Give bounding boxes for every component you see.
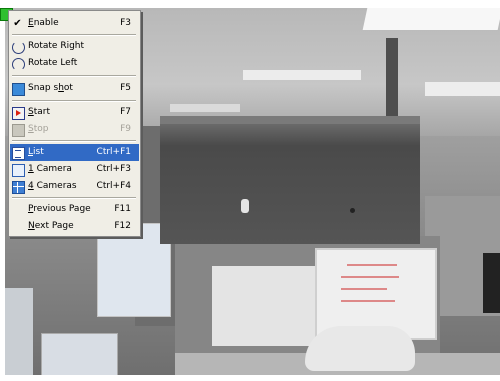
shortcut-label: F11	[114, 204, 131, 214]
menu-item-rotate-right[interactable]: Rotate Right	[10, 38, 139, 55]
menu-item-label: Rotate Right	[28, 41, 85, 51]
menu-separator	[12, 75, 136, 77]
menu-item-label: List	[28, 147, 44, 157]
whiteboard-writing	[341, 276, 399, 278]
menu-separator	[12, 197, 136, 199]
whiteboard-writing	[341, 288, 387, 290]
menu-item-label: Next Page	[28, 221, 74, 231]
menu-item-label: Enable	[28, 18, 59, 28]
ceiling-light	[243, 70, 361, 80]
plastic-bag	[305, 326, 415, 371]
shortcut-label: F3	[120, 18, 131, 28]
ceiling-light	[170, 104, 240, 112]
shortcut-label: F7	[120, 107, 131, 117]
whiteboard-writing	[347, 264, 397, 266]
menu-item-label: Stop	[28, 124, 49, 134]
cabinet-lock	[350, 208, 355, 213]
whiteboard-writing	[341, 300, 395, 302]
stop-icon	[12, 124, 25, 137]
office-chair	[483, 253, 500, 313]
list-icon	[12, 147, 25, 160]
menu-item-list[interactable]: List Ctrl+F1	[10, 144, 139, 161]
shortcut-label: F5	[120, 83, 131, 93]
menu-item-stop: Stop F9	[10, 121, 139, 138]
cabinet-handle	[241, 199, 249, 213]
menu-item-4-cameras[interactable]: 4 Cameras Ctrl+F4	[10, 178, 139, 195]
menu-item-rotate-left[interactable]: Rotate Left	[10, 55, 139, 72]
support-pillar	[386, 38, 398, 128]
camera-icon	[12, 83, 25, 96]
rotate-right-icon	[12, 41, 25, 54]
menu-item-enable[interactable]: ✔ Enable F3	[10, 15, 139, 32]
shortcut-label: F9	[120, 124, 131, 134]
play-icon	[12, 107, 25, 120]
quad-camera-icon	[12, 181, 25, 194]
menu-separator	[12, 140, 136, 142]
check-icon: ✔	[13, 18, 22, 29]
shortcut-label: Ctrl+F1	[96, 147, 131, 157]
shortcut-label: F12	[114, 221, 131, 231]
menu-item-label: 1 Camera	[28, 164, 72, 174]
overhead-cabinet	[160, 116, 420, 244]
menu-item-label: Start	[28, 107, 50, 117]
menu-item-snapshot[interactable]: Snap shot F5	[10, 80, 139, 97]
menu-item-label: Rotate Left	[28, 58, 78, 68]
single-camera-icon	[12, 164, 25, 177]
menu-item-label: Previous Page	[28, 204, 91, 214]
menu-separator	[12, 34, 136, 36]
menu-item-next-page[interactable]: Next Page F12	[10, 218, 139, 235]
context-menu: ✔ Enable F3 Rotate Right Rotate Left Sna…	[8, 10, 141, 237]
shortcut-label: Ctrl+F3	[96, 164, 131, 174]
menu-item-label: Snap shot	[28, 83, 73, 93]
menu-item-previous-page[interactable]: Previous Page F11	[10, 201, 139, 218]
computer-monitor	[5, 288, 33, 375]
menu-item-start[interactable]: Start F7	[10, 104, 139, 121]
menu-item-1-camera[interactable]: 1 Camera Ctrl+F3	[10, 161, 139, 178]
shortcut-label: Ctrl+F4	[96, 181, 131, 191]
menu-separator	[12, 100, 136, 102]
pinned-papers	[212, 266, 318, 346]
ceiling-light	[425, 82, 500, 96]
rotate-left-icon	[12, 58, 25, 71]
menu-item-label: 4 Cameras	[28, 181, 77, 191]
ceiling-light	[362, 8, 500, 30]
printer-box	[41, 333, 118, 375]
